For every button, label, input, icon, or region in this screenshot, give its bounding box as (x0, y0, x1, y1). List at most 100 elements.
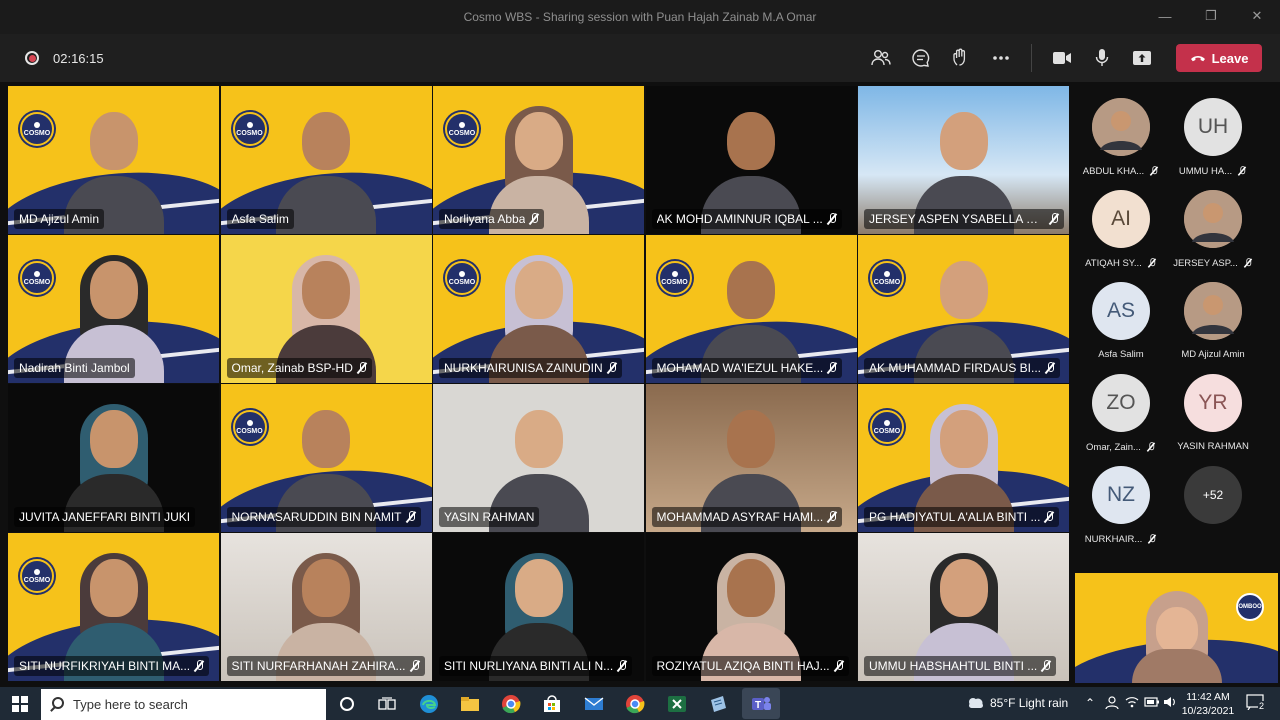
teams-icon[interactable]: T (742, 688, 780, 719)
camera-icon[interactable] (1048, 44, 1076, 72)
cosmo-logo: COSMO (232, 112, 267, 146)
minimize-icon[interactable]: — (1142, 0, 1188, 32)
participant-name: JERSEY ASPEN YSABELLA BU... (869, 211, 1046, 226)
roster-participant[interactable]: +52 (1167, 466, 1259, 554)
video-tile[interactable]: YASIN RAHMAN (433, 384, 644, 532)
video-tile[interactable]: COSMO AK MUHAMMAD FIRDAUS BI... (858, 235, 1069, 383)
task-view-icon[interactable] (374, 691, 400, 717)
share-screen-icon[interactable] (1128, 44, 1156, 72)
roster-name: ATIQAH SY... (1085, 257, 1142, 269)
notepad-icon[interactable] (705, 691, 731, 717)
roster-participant[interactable]: AS Asfa Salim (1075, 282, 1167, 370)
avatar: AS (1092, 282, 1150, 340)
chrome-icon[interactable] (498, 691, 524, 717)
taskbar-search-input[interactable]: Type here to search (41, 689, 326, 720)
close-icon[interactable]: ✕ (1234, 0, 1280, 32)
video-tile[interactable]: COSMO MOHAMAD WA'IEZUL HAKE... (645, 235, 857, 383)
video-tile[interactable]: COSMO PG HADIYATUL A'ALIA BINTI ... (858, 384, 1069, 532)
mic-muted-icon (1148, 258, 1156, 268)
more-options-icon[interactable] (987, 44, 1015, 72)
roster-name: NURKHAIR... (1084, 533, 1143, 545)
battery-icon[interactable] (1144, 696, 1160, 710)
store-icon[interactable] (539, 691, 565, 717)
video-tile[interactable]: MOHAMMAD ASYRAF HAMI... (645, 384, 857, 532)
roster-participant[interactable]: ABDUL KHA... (1075, 98, 1167, 186)
video-tile[interactable]: SITI NURLIYANA BINTI ALI N... (433, 533, 644, 681)
roster-participant[interactable]: UH UMMU HA... (1167, 98, 1259, 186)
video-tile[interactable]: COSMO Asfa Salim (220, 86, 432, 234)
chat-icon[interactable] (907, 44, 935, 72)
mic-muted-icon (827, 510, 837, 523)
roster-name-row: NURKHAIR... (1085, 533, 1158, 545)
edge-icon[interactable] (416, 691, 442, 717)
more-participants-button[interactable]: +52 (1184, 466, 1242, 524)
participant-name: Omar, Zainab BSP-HD (231, 360, 353, 375)
video-tile[interactable]: Omar, Zainab BSP-HD (220, 235, 432, 383)
participant-name-label: JUVITA JANEFFARI BINTI JUKI (14, 506, 196, 527)
weather-icon[interactable] (965, 696, 985, 713)
roster-name-row: ABDUL KHA... (1083, 165, 1159, 177)
title-bar: Cosmo WBS - Sharing session with Puan Ha… (0, 0, 1280, 34)
video-tile[interactable]: JUVITA JANEFFARI BINTI JUKI (8, 384, 219, 532)
roster-participant[interactable]: MD Ajizul Amin (1167, 282, 1259, 370)
volume-icon[interactable] (1163, 696, 1177, 711)
recording-icon (25, 51, 39, 65)
mic-muted-icon (406, 510, 416, 523)
video-tile[interactable]: AK MOHD AMINNUR IQBAL ... (645, 86, 857, 234)
participant-name: Nadirah Binti Jambol (19, 360, 130, 375)
windows-start-icon[interactable] (12, 696, 28, 712)
participant-name-label: NURKHAIRUNISA ZAINUDIN (439, 357, 622, 378)
avatar: UH (1184, 98, 1242, 156)
roster-participant[interactable]: JERSEY ASP... (1167, 190, 1259, 278)
self-view-video[interactable]: OMBOO (1075, 573, 1278, 683)
taskbar-clock[interactable]: 11:42 AM 10/23/2021 (1180, 690, 1236, 718)
participant-name-label: AK MUHAMMAD FIRDAUS BI... (864, 357, 1061, 378)
weather-text[interactable]: 85°F Light rain (990, 696, 1068, 710)
video-tile[interactable]: SITI NURFARHANAH ZAHIRA... (220, 533, 432, 681)
chevron-up-icon[interactable]: ⌃ (1085, 696, 1095, 710)
mic-muted-icon (529, 212, 539, 225)
video-tile[interactable]: COSMO MD Ajizul Amin (8, 86, 219, 234)
window-title: Cosmo WBS - Sharing session with Puan Ha… (463, 10, 817, 24)
roster-participant[interactable]: AI ATIQAH SY... (1075, 190, 1167, 278)
mic-muted-icon (1148, 534, 1156, 544)
roster-name: Asfa Salim (1098, 349, 1144, 360)
leave-button[interactable]: Leave (1176, 44, 1262, 72)
video-tile[interactable]: COSMO Nadirah Binti Jambol (8, 235, 219, 383)
mic-muted-icon (357, 361, 367, 374)
roster-name-row: MD Ajizul Amin (1181, 349, 1244, 360)
cosmo-logo: COSMO (20, 261, 54, 295)
file-explorer-icon[interactable] (457, 691, 483, 717)
windows-taskbar: Type here to search T 85°F Light rain ⌃ … (0, 687, 1280, 720)
mail-icon[interactable] (581, 691, 607, 717)
participants-icon[interactable] (867, 44, 895, 72)
roster-name-row: ATIQAH SY... (1085, 257, 1157, 269)
roster-name: Omar, Zain... (1086, 441, 1141, 453)
roster-name: YASIN RAHMAN (1177, 441, 1249, 452)
chrome-icon[interactable] (622, 691, 648, 717)
video-tile[interactable]: COSMO SITI NURFIKRIYAH BINTI MA... (8, 533, 219, 681)
people-icon[interactable] (1105, 696, 1119, 713)
microphone-icon[interactable] (1088, 44, 1116, 72)
roster-participant[interactable]: ZO Omar, Zain... (1075, 374, 1167, 462)
restore-icon[interactable]: ❐ (1188, 0, 1234, 32)
participant-name-label: Nadirah Binti Jambol (14, 357, 135, 378)
mic-muted-icon (1049, 212, 1059, 225)
cosmo-logo: COSMO (657, 261, 692, 295)
roster-name-row: Omar, Zain... (1086, 441, 1156, 453)
excel-icon[interactable] (664, 691, 690, 717)
video-tile[interactable]: COSMO Norliyana Abba (433, 86, 644, 234)
video-tile[interactable]: ROZIYATUL AZIQA BINTI HAJ... (645, 533, 857, 681)
roster-participant[interactable]: NZ NURKHAIR... (1075, 466, 1167, 554)
raise-hand-icon[interactable] (947, 44, 975, 72)
video-tile[interactable]: UMMU HABSHAHTUL BINTI ... (858, 533, 1069, 681)
roster-name-row: Asfa Salim (1098, 349, 1143, 360)
avatar (1092, 98, 1150, 156)
video-tile[interactable]: COSMO NORNASARUDDIN BIN NAMIT (220, 384, 432, 532)
cortana-icon[interactable] (334, 691, 360, 717)
roster-name: UMMU HA... (1178, 165, 1233, 177)
video-tile[interactable]: JERSEY ASPEN YSABELLA BU... (858, 86, 1069, 234)
wifi-icon[interactable] (1125, 696, 1139, 711)
roster-participant[interactable]: YR YASIN RAHMAN (1167, 374, 1259, 462)
video-tile[interactable]: COSMO NURKHAIRUNISA ZAINUDIN (433, 235, 644, 383)
